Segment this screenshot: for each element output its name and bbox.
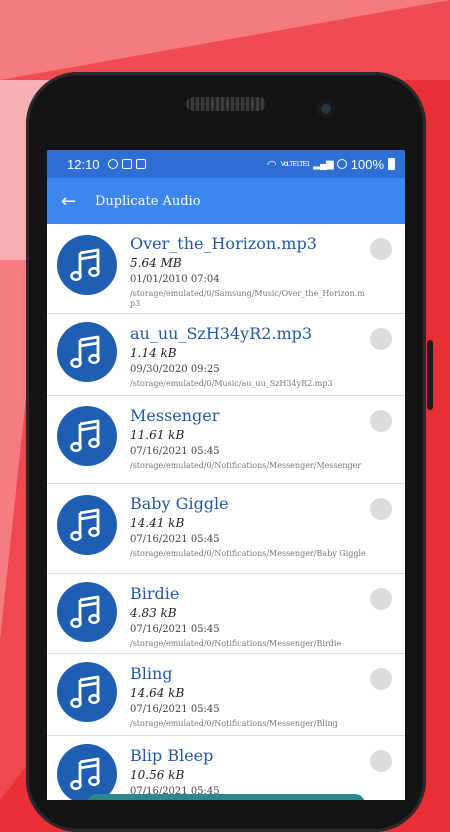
audio-path: /storage/emulated/0/Notifications/Messen… [130, 549, 366, 558]
signal-icon: ▂▄▆ [313, 158, 333, 170]
music-note-icon [57, 495, 117, 555]
select-radio[interactable] [370, 668, 392, 690]
audio-name: Messenger [130, 406, 220, 425]
list-item[interactable]: Blip Bleep 10.56 kB 07/16/2021 05:45 [47, 736, 405, 800]
battery-label: 100% [350, 156, 384, 172]
list-item[interactable]: au_uu_SzH34yR2.mp3 1.14 kB 09/30/2020 09:2… [47, 314, 405, 396]
select-radio[interactable] [370, 410, 392, 432]
audio-path: /storage/emulated/0/Music/au_uu_SzH34yR2… [130, 379, 333, 388]
audio-path: /storage/emulated/0/Notifications/Messen… [130, 461, 362, 470]
audio-date: 07/16/2021 05:45 [130, 624, 220, 635]
music-note-icon [57, 582, 117, 642]
music-note-icon [57, 744, 117, 800]
audio-path: /storage/emulated/0/Samsung/Music/Over_t… [130, 289, 365, 308]
audio-size: 11.61 kB [130, 428, 185, 442]
list-item[interactable]: Messenger 11.61 kB 07/16/2021 05:45/storag… [47, 396, 405, 484]
messenger-icon [107, 159, 118, 169]
audio-date: 07/16/2021 05:45 [130, 704, 220, 715]
status-bar: 12:10 ◠ VoLTE LTE1 ▂▄▆ 100% [47, 150, 405, 178]
camera-icon [317, 100, 335, 118]
list-item[interactable]: Over_the_Horizon.mp3 5.64 MB 01/01/2010 07… [47, 224, 405, 314]
phone-side-button [427, 340, 433, 410]
audio-date: 01/01/2010 07:04 [130, 274, 220, 285]
audio-date: 09/30/2020 09:25 [130, 364, 220, 375]
audio-size: 10.56 kB [130, 768, 185, 782]
app-screen: 12:10 ◠ VoLTE LTE1 ▂▄▆ 100% ← Duplicate … [47, 150, 405, 800]
audio-name: Blip Bleep [130, 746, 214, 765]
phone-speaker [186, 97, 266, 111]
list-item[interactable]: Baby Giggle 14.41 kB 07/16/2021 05:45/stor… [47, 484, 405, 574]
battery-icon [388, 158, 395, 170]
select-radio[interactable] [370, 498, 392, 520]
notification-icon [121, 159, 132, 169]
wifi-icon: ◠ [267, 158, 277, 171]
arrow-left-icon[interactable]: ← [61, 191, 83, 212]
bottom-action-button[interactable] [87, 794, 365, 800]
audio-name: Baby Giggle [130, 494, 229, 513]
audio-date: 07/16/2021 05:45 [130, 534, 220, 545]
image-icon [135, 159, 146, 169]
page-title: Duplicate Audio [95, 193, 201, 209]
list-item[interactable]: Birdie 4.83 kB 07/16/2021 05:45/storage/em… [47, 574, 405, 654]
app-bar: ← Duplicate Audio [47, 178, 405, 224]
music-note-icon [57, 662, 117, 722]
background-triangle [0, 0, 450, 80]
audio-size: 4.83 kB [130, 606, 177, 620]
music-note-icon [57, 322, 117, 382]
audio-size: 5.64 MB [130, 256, 182, 270]
network-label: VoLTE LTE1 [280, 160, 311, 168]
select-radio[interactable] [370, 588, 392, 610]
status-time: 12:10 [67, 156, 100, 172]
audio-name: Birdie [130, 584, 180, 603]
select-radio[interactable] [370, 750, 392, 772]
select-radio[interactable] [370, 238, 392, 260]
duplicate-audio-list: Over_the_Horizon.mp3 5.64 MB 01/01/2010 07… [47, 224, 405, 800]
audio-name: au_uu_SzH34yR2.mp3 [130, 324, 313, 343]
audio-name: Over_the_Horizon.mp3 [130, 234, 317, 253]
music-note-icon [57, 406, 117, 466]
audio-name: Bling [130, 664, 173, 683]
audio-path: /storage/emulated/0/Notifications/Messen… [130, 719, 338, 728]
audio-size: 1.14 kB [130, 346, 177, 360]
audio-path: /storage/emulated/0/Notifications/Messen… [130, 639, 342, 648]
music-note-icon [57, 235, 117, 295]
audio-date: 07/16/2021 05:45 [130, 446, 220, 457]
audio-size: 14.41 kB [130, 516, 185, 530]
list-item[interactable]: Bling 14.64 kB 07/16/2021 05:45/storage/em… [47, 654, 405, 736]
do-not-disturb-icon [336, 159, 347, 169]
audio-size: 14.64 kB [130, 686, 185, 700]
select-radio[interactable] [370, 328, 392, 350]
